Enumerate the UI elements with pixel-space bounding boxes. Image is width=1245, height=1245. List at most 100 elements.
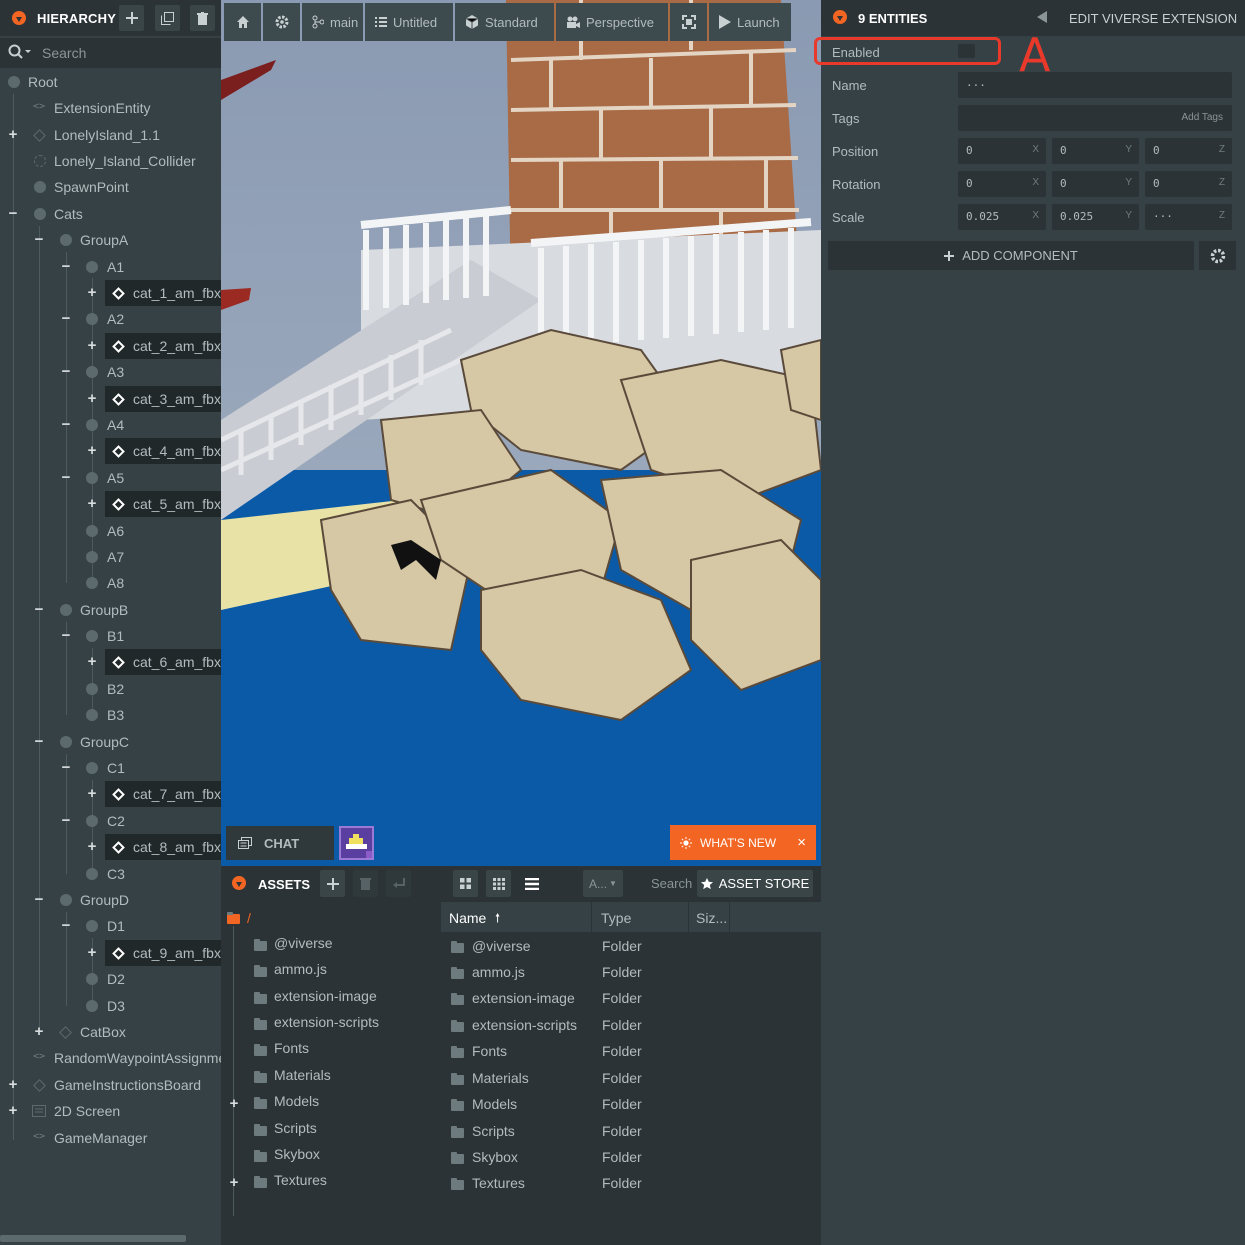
add-asset-button[interactable] [320, 870, 345, 897]
tree-item[interactable]: + GameInstructionsBoard [0, 1072, 221, 1098]
expand-icon[interactable]: + [86, 945, 98, 960]
asset-row[interactable]: Textures Folder [441, 1172, 821, 1198]
folder-root[interactable]: / [227, 908, 437, 934]
tree-item[interactable]: + CatBox [0, 1019, 221, 1045]
tree-item[interactable]: SpawnPoint [0, 174, 221, 200]
tree-item[interactable]: − D1 [0, 913, 221, 939]
tree-item[interactable]: + 2D Screen [0, 1098, 221, 1124]
expand-icon[interactable]: + [7, 1103, 19, 1118]
home-button[interactable] [224, 3, 261, 41]
tree-item[interactable]: + cat_6_am_fbx [0, 649, 221, 675]
asset-row[interactable]: ammo.js Folder [441, 961, 821, 987]
tree-item[interactable]: − C1 [0, 755, 221, 781]
tree-item[interactable]: + cat_7_am_fbx [0, 781, 221, 807]
user-avatar[interactable] [339, 826, 374, 860]
asset-row[interactable]: Skybox Folder [441, 1146, 821, 1172]
tree-item[interactable]: + cat_2_am_fbx [0, 333, 221, 359]
scale-x-input[interactable]: 0.025 X [958, 204, 1046, 230]
expand-icon[interactable]: + [86, 285, 98, 300]
delete-asset-button[interactable] [353, 870, 378, 897]
tree-item[interactable]: − GroupD [0, 887, 221, 913]
tree-item[interactable]: <> GameManager [0, 1125, 221, 1151]
asset-row[interactable]: Scripts Folder [441, 1120, 821, 1146]
settings-button[interactable] [263, 3, 300, 41]
fullscreen-button[interactable] [670, 3, 707, 41]
column-name[interactable]: Name 🠕 [441, 902, 592, 932]
scene-viewport[interactable] [221, 0, 821, 866]
tree-item[interactable]: − GroupA [0, 227, 221, 253]
column-size[interactable]: Siz... [690, 902, 730, 932]
expand-icon[interactable]: + [86, 391, 98, 406]
asset-filter-dropdown[interactable]: A... ▼ [583, 870, 623, 897]
component-settings-button[interactable] [1199, 241, 1236, 270]
collapse-icon[interactable]: − [60, 760, 72, 775]
expand-icon[interactable]: + [86, 496, 98, 511]
edit-extension-link[interactable]: EDIT VIVERSE EXTENSION [1069, 11, 1237, 26]
tree-item[interactable]: B2 [0, 676, 221, 702]
folder-item[interactable]: + Textures [221, 1170, 441, 1196]
tree-item[interactable]: + cat_3_am_fbx [0, 386, 221, 412]
expand-icon[interactable]: + [7, 127, 19, 142]
collapse-icon[interactable]: − [60, 259, 72, 274]
tree-item[interactable]: − GroupB [0, 597, 221, 623]
collapse-panel-icon[interactable] [232, 876, 246, 890]
collapse-icon[interactable]: − [60, 311, 72, 326]
asset-row[interactable]: extension-scripts Folder [441, 1014, 821, 1040]
tree-item[interactable]: + cat_5_am_fbx [0, 491, 221, 517]
delete-entity-button[interactable] [190, 5, 215, 31]
tree-item[interactable]: D2 [0, 966, 221, 992]
asset-row[interactable]: extension-image Folder [441, 987, 821, 1013]
collapse-icon[interactable]: − [60, 918, 72, 933]
collapse-icon[interactable]: − [7, 206, 19, 221]
collapse-icon[interactable]: − [60, 470, 72, 485]
view-list-button[interactable] [519, 870, 544, 897]
asset-store-button[interactable]: ASSET STORE [697, 870, 813, 897]
folder-item[interactable]: extension-scripts [221, 1012, 441, 1038]
scale-y-input[interactable]: 0.025 Y [1052, 204, 1139, 230]
tree-item[interactable]: Root [0, 69, 221, 95]
collapse-icon[interactable]: − [60, 417, 72, 432]
rotation-z-input[interactable]: 0Z [1145, 171, 1232, 197]
folder-item[interactable]: Fonts [221, 1038, 441, 1064]
position-z-input[interactable]: 0Z [1145, 138, 1232, 164]
add-component-button[interactable]: ADD COMPONENT [828, 241, 1194, 270]
tree-item[interactable]: − A3 [0, 359, 221, 385]
scene-button[interactable]: Untitled [365, 3, 453, 41]
tree-item[interactable]: C3 [0, 861, 221, 887]
hierarchy-search[interactable]: Search [0, 38, 221, 68]
tree-item[interactable]: + cat_8_am_fbx [0, 834, 221, 860]
add-entity-button[interactable] [119, 5, 144, 31]
tree-item[interactable]: A8 [0, 570, 221, 596]
tree-item[interactable]: − A5 [0, 465, 221, 491]
expand-icon[interactable]: + [86, 443, 98, 458]
render-mode-button[interactable]: Standard [455, 3, 554, 41]
back-button[interactable] [386, 870, 411, 897]
expand-icon[interactable]: + [86, 338, 98, 353]
tree-item[interactable]: <> ExtensionEntity [0, 95, 221, 121]
collapse-icon[interactable]: − [60, 364, 72, 379]
collapse-icon[interactable]: − [60, 628, 72, 643]
tree-item[interactable]: + cat_1_am_fbx [0, 280, 221, 306]
whats-new-button[interactable]: WHAT'S NEW × [670, 825, 816, 860]
tree-item[interactable]: − Cats [0, 201, 221, 227]
collapse-icon[interactable]: − [33, 734, 45, 749]
tree-item[interactable]: D3 [0, 993, 221, 1019]
tree-item[interactable]: B3 [0, 702, 221, 728]
asset-row[interactable]: Fonts Folder [441, 1040, 821, 1066]
expand-icon[interactable]: + [7, 1077, 19, 1092]
scale-z-input[interactable]: ... Z [1145, 204, 1232, 230]
column-type[interactable]: Type [593, 902, 689, 932]
name-input[interactable]: ... [958, 72, 1232, 98]
position-x-input[interactable]: 0X [958, 138, 1046, 164]
tree-item[interactable]: − A4 [0, 412, 221, 438]
tree-item[interactable]: + cat_4_am_fbx [0, 438, 221, 464]
folder-item[interactable]: + Models [221, 1091, 441, 1117]
folder-item[interactable]: @viverse [221, 933, 441, 959]
collapse-icon[interactable]: − [33, 232, 45, 247]
tree-item[interactable]: − C2 [0, 808, 221, 834]
tree-item[interactable]: − A1 [0, 254, 221, 280]
tags-input[interactable]: Add Tags [958, 105, 1232, 131]
camera-button[interactable]: Perspective [556, 3, 668, 41]
tree-item[interactable]: A6 [0, 518, 221, 544]
collapse-panel-icon[interactable] [833, 10, 847, 24]
